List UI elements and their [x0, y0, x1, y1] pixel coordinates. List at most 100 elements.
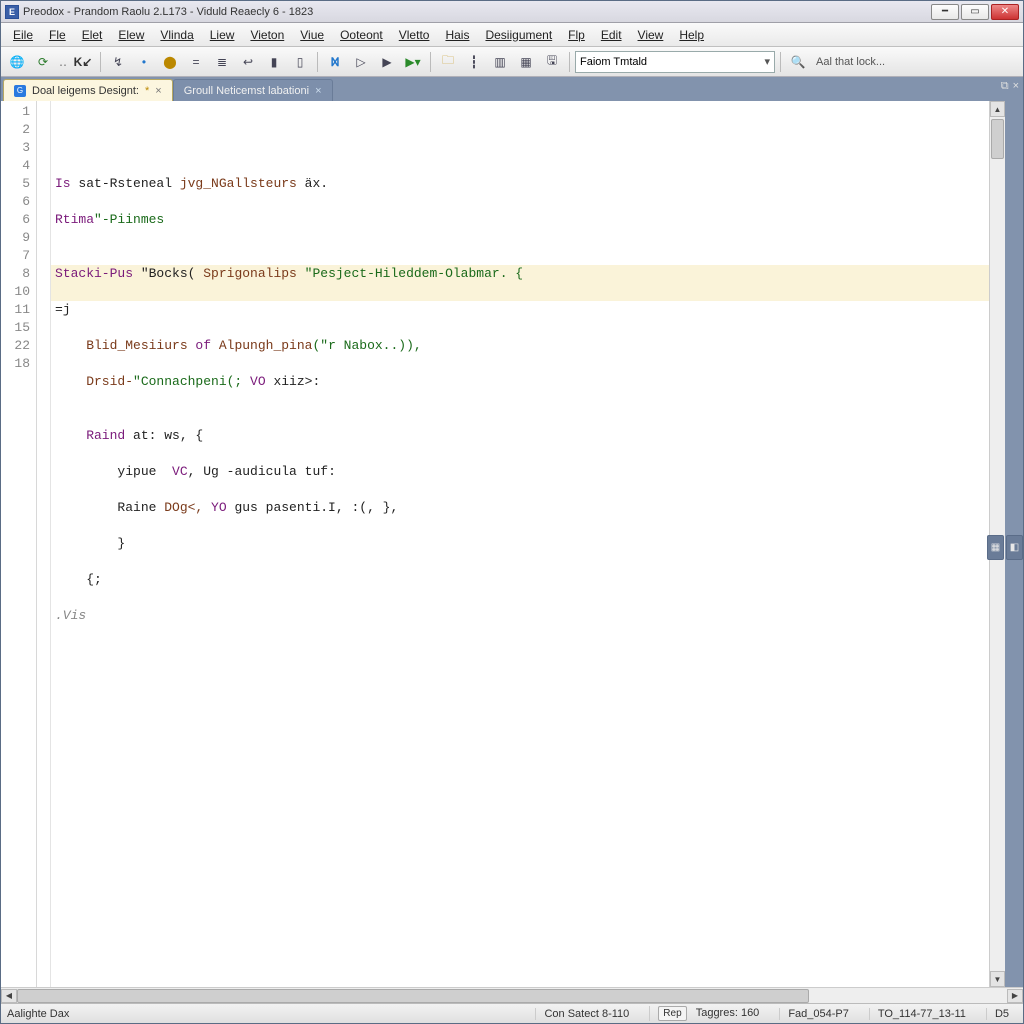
- scroll-right-icon[interactable]: ▶: [1007, 989, 1023, 1003]
- status-selection: Con Satect 8-110: [535, 1008, 637, 1020]
- menu-vieton[interactable]: Vieton: [242, 25, 292, 45]
- menu-help[interactable]: Help: [671, 25, 712, 45]
- globe-icon[interactable]: 🌐: [5, 50, 29, 74]
- toolbar-right-label[interactable]: Aal that lock...: [812, 56, 889, 68]
- scroll-track[interactable]: [990, 117, 1005, 971]
- line-number: 6: [3, 193, 30, 211]
- horizontal-scrollbar[interactable]: ◀ ▶: [1, 987, 1023, 1003]
- status-field-1: Fad_054-P7: [779, 1008, 857, 1020]
- status-rep-group: Rep Taggres: 160: [649, 1006, 767, 1021]
- menu-viue[interactable]: Viue: [292, 25, 332, 45]
- titlebar: E Preodox - Prandom Raolu 2.L173 - Vidul…: [1, 1, 1023, 23]
- status-field-2: TO_114-77_13-11: [869, 1008, 974, 1020]
- dot-blue-icon[interactable]: •: [132, 50, 156, 74]
- toolbar-separator: [100, 52, 101, 72]
- panel4-icon[interactable]: ▦: [514, 50, 538, 74]
- search-icon[interactable]: 🔍: [786, 50, 810, 74]
- menubar: Eile Fle Elet Elew Vlinda Liew Vieton Vi…: [1, 23, 1023, 47]
- menu-edit[interactable]: Edit: [593, 25, 630, 45]
- tool-dots-icon: ‥: [57, 55, 69, 69]
- tabbar-split-icon[interactable]: ⧉: [1001, 80, 1009, 93]
- toolbar-separator: [317, 52, 318, 72]
- tab-label: Groull Neticemst labationi: [184, 85, 309, 97]
- marker-icon[interactable]: ┇: [462, 50, 486, 74]
- status-rep-button[interactable]: Rep: [658, 1006, 686, 1021]
- scroll-left-icon[interactable]: ◀: [1, 989, 17, 1003]
- line-number: 22: [3, 337, 30, 355]
- status-field-3: D5: [986, 1008, 1017, 1020]
- line-number: 2: [3, 121, 30, 139]
- toggle-dot-icon[interactable]: ⬤: [158, 50, 182, 74]
- maximize-button[interactable]: ▭: [961, 4, 989, 20]
- scroll-thumb[interactable]: [991, 119, 1004, 159]
- code-editor[interactable]: Is sat-Rsteneal jvg_NGallsteurs äx. Rtim…: [51, 101, 989, 987]
- main-toolbar: 🌐 ⟳ ‥ K↙ ↯ • ⬤ = ≣ ↩ ▮ ▯ Ⳮ ▷ ▶ ▶▾ 🗀 ┇ ▥ …: [1, 47, 1023, 77]
- menu-liew[interactable]: Liew: [202, 25, 243, 45]
- refresh-icon[interactable]: ⟳: [31, 50, 55, 74]
- menu-vletto[interactable]: Vletto: [391, 25, 438, 45]
- statusbar: Aalighte Dax Con Satect 8-110 Rep Taggre…: [1, 1003, 1023, 1023]
- app-icon: E: [5, 5, 19, 19]
- save-icon[interactable]: 🖫: [540, 50, 564, 74]
- dirty-icon: *: [145, 85, 149, 97]
- line-gutter: 1 2 3 4 5 6 6 9 7 8 10 11 15 22 18: [1, 101, 37, 987]
- toolbar-separator: [569, 52, 570, 72]
- skip-back-icon[interactable]: Ⳮ: [323, 50, 347, 74]
- line-number: 10: [3, 283, 30, 301]
- app-window: E Preodox - Prandom Raolu 2.L173 - Vidul…: [0, 0, 1024, 1024]
- line-number: 3: [3, 139, 30, 157]
- menu-elet[interactable]: Elet: [74, 25, 111, 45]
- fold-strip[interactable]: [37, 101, 51, 987]
- nav-k-icon[interactable]: K↙: [71, 50, 95, 74]
- tab-close-icon[interactable]: ×: [155, 85, 161, 97]
- document-tabbar: G Doal leigems Designt: * × Groull Netic…: [1, 77, 1023, 101]
- line-number: 11: [3, 301, 30, 319]
- close-button[interactable]: ✕: [991, 4, 1019, 20]
- panel1-icon[interactable]: ▮: [262, 50, 286, 74]
- menu-hais[interactable]: Hais: [437, 25, 477, 45]
- line-number: 9: [3, 229, 30, 247]
- minimize-button[interactable]: ━: [931, 4, 959, 20]
- folder-icon[interactable]: 🗀: [436, 50, 460, 74]
- line-number: 6: [3, 211, 30, 229]
- config-play-icon[interactable]: ▶▾: [401, 50, 425, 74]
- menu-desiigument[interactable]: Desiigument: [477, 25, 560, 45]
- menu-view[interactable]: View: [630, 25, 672, 45]
- tabbar-close-all-icon[interactable]: ×: [1013, 80, 1019, 93]
- scroll-up-icon[interactable]: ▲: [990, 101, 1005, 117]
- line-number: 8: [3, 265, 30, 283]
- menu-fle[interactable]: Fle: [41, 25, 74, 45]
- side-tool-1[interactable]: ◧: [1006, 535, 1023, 560]
- tabbar-right-controls: ⧉ ×: [1001, 80, 1019, 93]
- equals-icon[interactable]: =: [184, 50, 208, 74]
- line-number: 4: [3, 157, 30, 175]
- menu-vlinda[interactable]: Vlinda: [152, 25, 201, 45]
- nav-step-icon[interactable]: ↯: [106, 50, 130, 74]
- tab-doal-leigems[interactable]: G Doal leigems Designt: * ×: [3, 79, 173, 101]
- menu-flp[interactable]: Flp: [560, 25, 593, 45]
- line-number: 1: [3, 103, 30, 121]
- status-left: Aalighte Dax: [7, 1008, 69, 1020]
- scroll-down-icon[interactable]: ▼: [990, 971, 1005, 987]
- config-combo-text: Faiom Tmtald: [580, 56, 647, 68]
- menu-elew[interactable]: Elew: [110, 25, 152, 45]
- line-number: 15: [3, 319, 30, 337]
- panel2-icon[interactable]: ▯: [288, 50, 312, 74]
- panel3-icon[interactable]: ▥: [488, 50, 512, 74]
- tab-groull-neticemst[interactable]: Groull Neticemst labationi ×: [173, 79, 333, 101]
- vertical-scrollbar[interactable]: ▲ ▼: [989, 101, 1005, 987]
- play-icon[interactable]: ▷: [349, 50, 373, 74]
- menu-eile[interactable]: Eile: [5, 25, 41, 45]
- menu-ooteont[interactable]: Ooteont: [332, 25, 391, 45]
- config-combo[interactable]: Faiom Tmtald ▾: [575, 51, 775, 73]
- fast-play-icon[interactable]: ▶: [375, 50, 399, 74]
- tab-close-icon[interactable]: ×: [315, 85, 321, 97]
- bookmark-icon[interactable]: ↩: [236, 50, 260, 74]
- list-icon[interactable]: ≣: [210, 50, 234, 74]
- right-toolwindow-bar: ◧ ▦: [1005, 101, 1023, 987]
- window-title: Preodox - Prandom Raolu 2.L173 - Viduld …: [23, 6, 931, 18]
- hscroll-thumb[interactable]: [17, 989, 809, 1003]
- window-buttons: ━ ▭ ✕: [931, 4, 1019, 20]
- hscroll-track[interactable]: [17, 989, 1007, 1003]
- status-tag: Taggres: 160: [690, 1007, 760, 1019]
